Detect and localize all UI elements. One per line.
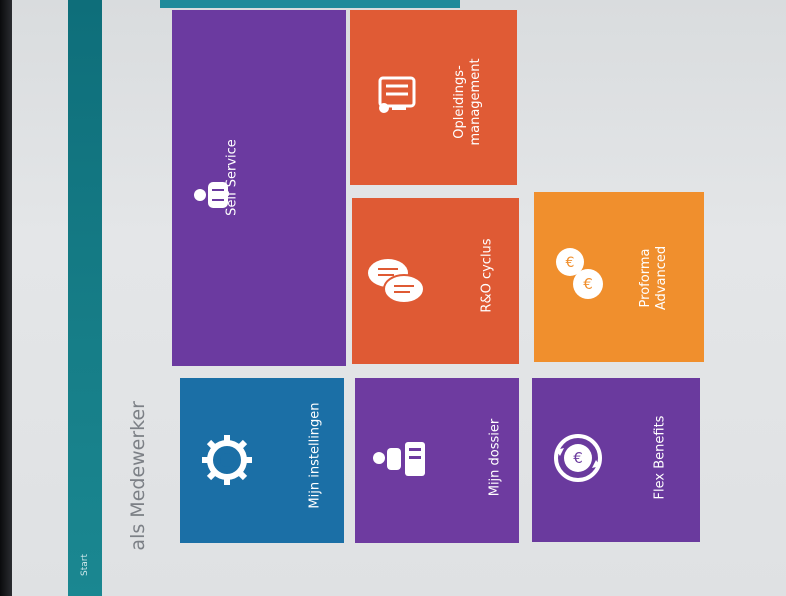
- chat-bubbles-icon: [368, 259, 425, 304]
- nav-label[interactable]: Start: [80, 548, 90, 582]
- gear-icon: [202, 435, 252, 485]
- svg-text:€: €: [566, 255, 575, 271]
- tile-self-service[interactable]: Self Service: [172, 10, 346, 366]
- tile-opleidingsmanagement[interactable]: Opleidings- management: [350, 10, 517, 185]
- top-navigation-bar: [68, 0, 102, 596]
- tile-proforma-advanced[interactable]: € € Proforma Advanced: [534, 192, 704, 362]
- tile-label: Mijn instellingen: [307, 402, 323, 509]
- tile-label: Proforma Advanced: [638, 245, 669, 311]
- person-folder-icon: [373, 442, 425, 476]
- certificate-icon: [378, 76, 416, 113]
- tile-label: R&O cyclus: [479, 238, 495, 313]
- svg-text:€: €: [583, 275, 593, 293]
- page-title: als Medewerker: [127, 401, 149, 551]
- coins-icon: € €: [556, 248, 603, 299]
- accent-strip: [160, 0, 460, 8]
- tile-mijn-dossier[interactable]: Mijn dossier: [355, 378, 519, 543]
- tile-flex-benefits[interactable]: € Flex Benefits: [532, 378, 700, 542]
- euro-cycle-icon: €: [554, 434, 602, 482]
- tile-label: Mijn dossier: [487, 418, 503, 497]
- tile-ro-cyclus[interactable]: R&O cyclus: [352, 198, 519, 364]
- tile-label: Flex Benefits: [652, 415, 668, 500]
- svg-text:€: €: [573, 449, 583, 467]
- tile-label: Opleidings- management: [452, 58, 483, 146]
- tile-label: Self Service: [224, 139, 240, 216]
- tile-mijn-instellingen[interactable]: Mijn instellingen: [180, 378, 344, 543]
